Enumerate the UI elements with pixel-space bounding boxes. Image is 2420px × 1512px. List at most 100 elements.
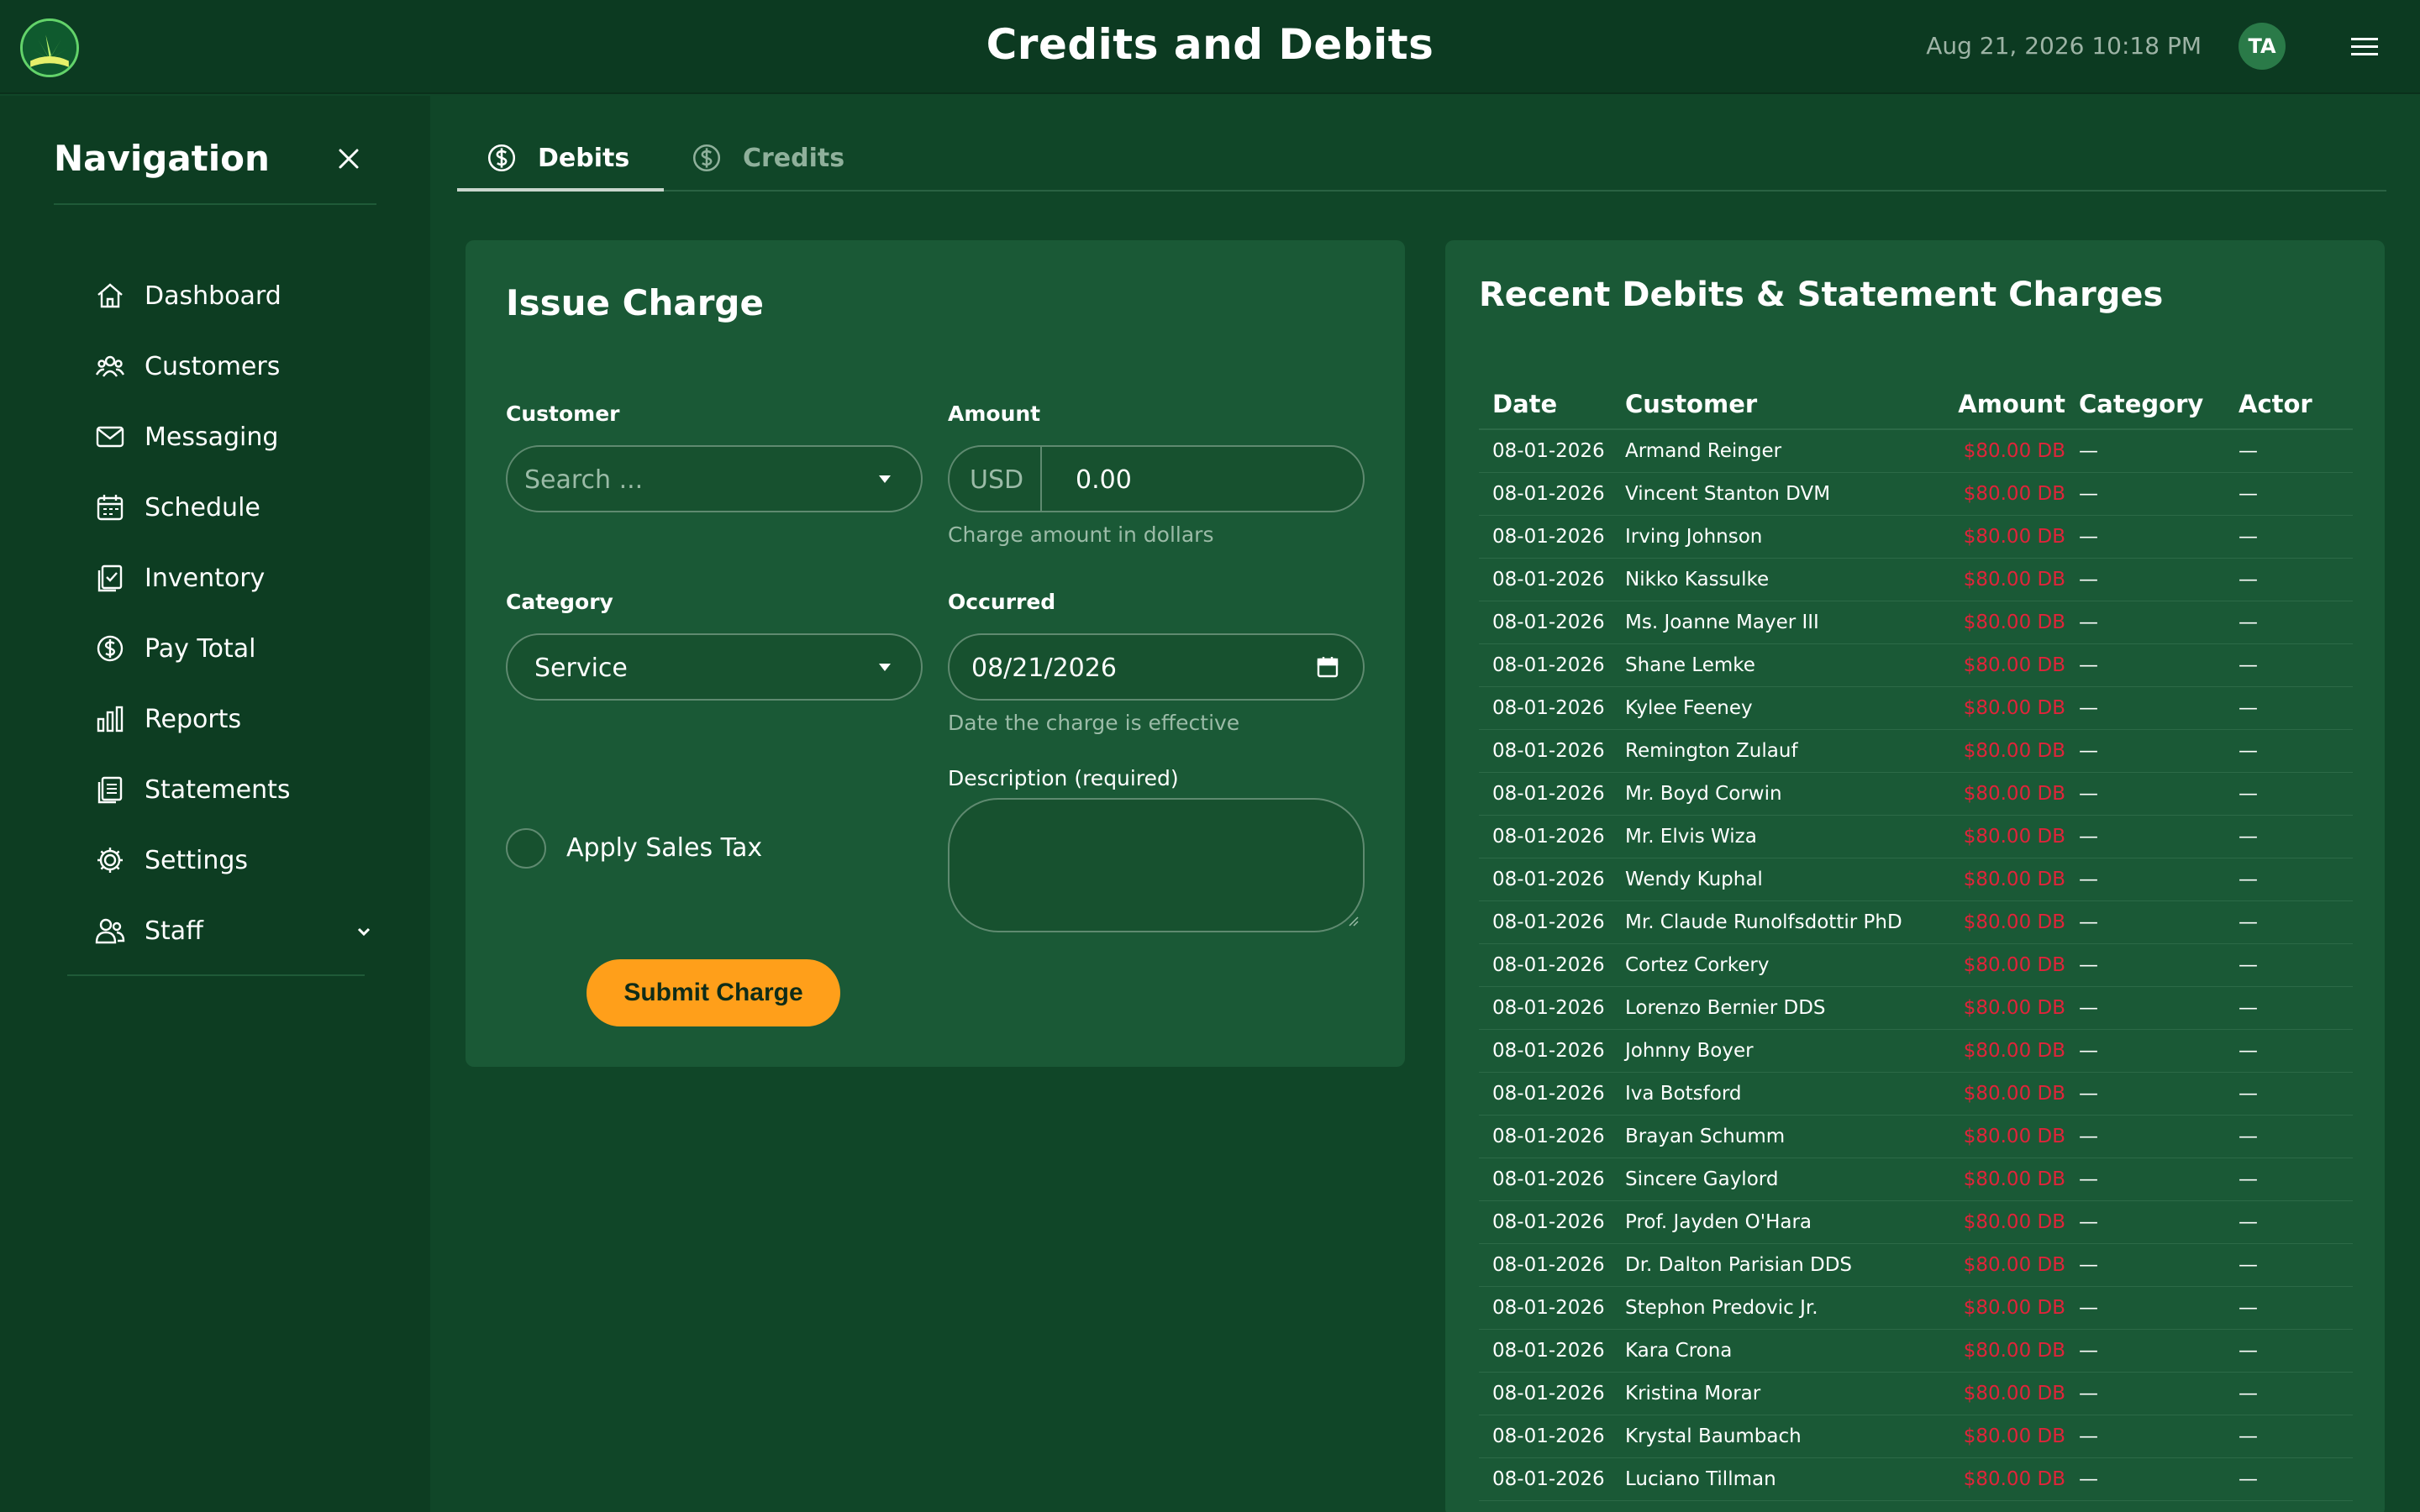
- sidebar-item-schedule[interactable]: Schedule: [94, 472, 380, 543]
- column-header-category[interactable]: Category: [2079, 390, 2238, 418]
- cell-category: —: [2079, 911, 2098, 933]
- cell-date: 08-01-2026: [1492, 1425, 1605, 1447]
- table-row[interactable]: 08-01-2026 Stephon Predovic Jr. $80.00 DB —…: [1479, 1287, 2353, 1330]
- table-row[interactable]: 08-01-2026 Sincere Gaylord $80.00 DB — —: [1479, 1158, 2353, 1201]
- cell-actor: —: [2238, 740, 2258, 762]
- table-row[interactable]: 08-01-2026 Cortez Corkery $80.00 DB — —: [1479, 944, 2353, 987]
- cell-date: 08-01-2026: [1492, 440, 1605, 462]
- cell-amount: $80.00 DB: [1963, 569, 2065, 591]
- sidebar-item-staff[interactable]: Staff: [94, 895, 380, 966]
- home-icon: [94, 280, 126, 312]
- cell-amount: $80.00 DB: [1963, 697, 2065, 719]
- table-row[interactable]: 08-01-2026 Irving Johnson $80.00 DB — —: [1479, 516, 2353, 559]
- occurred-value: 08/21/2026: [971, 654, 1117, 683]
- table-row[interactable]: 08-01-2026 Kara Crona $80.00 DB — —: [1479, 1330, 2353, 1373]
- apply-sales-tax-radio[interactable]: [506, 828, 546, 869]
- table-row[interactable]: 08-01-2026 Prof. Jayden O'Hara $80.00 DB — —: [1479, 1201, 2353, 1244]
- cell-customer: Armand Reinger: [1625, 440, 1782, 462]
- column-header-amount[interactable]: Amount: [1944, 390, 2079, 418]
- cell-category: —: [2079, 1254, 2098, 1276]
- sidebar-item-customers[interactable]: Customers: [94, 331, 380, 402]
- table-row[interactable]: 08-01-2026 Mr. Claude Runolfsdottir PhD $8…: [1479, 901, 2353, 944]
- tab-label: Debits: [538, 143, 630, 173]
- tab-credits[interactable]: Credits: [691, 124, 844, 192]
- cell-category: —: [2079, 1297, 2098, 1319]
- table-row[interactable]: 08-01-2026 Iva Botsford $80.00 DB — —: [1479, 1073, 2353, 1116]
- cell-date: 08-01-2026: [1492, 1126, 1605, 1147]
- description-label: Description (required): [948, 766, 1179, 790]
- sidebar-item-dashboard[interactable]: Dashboard: [94, 260, 380, 331]
- sidebar-item-label: Dashboard: [145, 281, 281, 311]
- cell-date: 08-01-2026: [1492, 697, 1605, 719]
- chevron-down-icon[interactable]: [353, 920, 375, 942]
- table-row[interactable]: 08-01-2026 Nikko Kassulke $80.00 DB — —: [1479, 559, 2353, 601]
- table-row[interactable]: 08-01-2026 Mr. Boyd Corwin $80.00 DB — —: [1479, 773, 2353, 816]
- tab-debits[interactable]: Debits: [486, 124, 629, 192]
- cell-category: —: [2079, 997, 2098, 1019]
- table-row[interactable]: 08-01-2026 Kristina Morar $80.00 DB — —: [1479, 1373, 2353, 1415]
- occurred-helper: Date the charge is effective: [948, 711, 1240, 735]
- table-row[interactable]: 08-01-2026 Remington Zulauf $80.00 DB — —: [1479, 730, 2353, 773]
- cell-amount: $80.00 DB: [1963, 783, 2065, 805]
- bar-chart-icon: [94, 703, 126, 735]
- cell-customer: Kylee Feeney: [1625, 697, 1753, 719]
- sidebar-item-messaging[interactable]: Messaging: [94, 402, 380, 472]
- cell-actor: —: [2238, 1468, 2258, 1490]
- cell-customer: Remington Zulauf: [1625, 740, 1798, 762]
- table-row[interactable]: 08-01-2026 Dr. Dalton Parisian DDS $80.00 …: [1479, 1244, 2353, 1287]
- clipboard-check-icon: [94, 562, 126, 594]
- table-row[interactable]: 08-01-2026 Shane Lemke $80.00 DB — —: [1479, 644, 2353, 687]
- sidebar-item-pay-total[interactable]: Pay Total: [94, 613, 380, 684]
- user-avatar[interactable]: TA: [2238, 23, 2286, 70]
- table-row[interactable]: 08-01-2026 Brayan Schumm $80.00 DB — —: [1479, 1116, 2353, 1158]
- resize-handle-icon[interactable]: [1346, 914, 1360, 927]
- description-textarea[interactable]: [948, 798, 1365, 932]
- cell-actor: —: [2238, 1383, 2258, 1404]
- cell-actor: —: [2238, 1211, 2258, 1233]
- table-row[interactable]: 08-01-2026 Armand Reinger $80.00 DB — —: [1479, 430, 2353, 473]
- customer-select[interactable]: Search ...: [506, 445, 923, 512]
- cell-actor: —: [2238, 954, 2258, 976]
- cell-customer: Vincent Stanton DVM: [1625, 483, 1831, 505]
- cell-customer: Nikko Kassulke: [1625, 569, 1770, 591]
- cell-amount: $80.00 DB: [1963, 997, 2065, 1019]
- app-header: Credits and Debits Aug 21, 2026 10:18 PM…: [0, 0, 2420, 94]
- table-row[interactable]: 08-01-2026 Wendy Kuphal $80.00 DB — —: [1479, 858, 2353, 901]
- table-row[interactable]: 08-01-2026 Johnny Boyer $80.00 DB — —: [1479, 1030, 2353, 1073]
- header-datetime: Aug 21, 2026 10:18 PM: [1926, 32, 2202, 60]
- sidebar-item-label: Schedule: [145, 492, 260, 522]
- column-header-customer[interactable]: Customer: [1625, 390, 1944, 418]
- table-row[interactable]: 08-01-2026 Kylee Feeney $80.00 DB — —: [1479, 687, 2353, 730]
- cell-amount: $80.00 DB: [1963, 526, 2065, 548]
- sidebar-item-reports[interactable]: Reports: [94, 684, 380, 754]
- close-icon[interactable]: [333, 143, 365, 175]
- cell-date: 08-01-2026: [1492, 1040, 1605, 1062]
- table-row[interactable]: 08-01-2026 Mr. Elvis Wiza $80.00 DB — —: [1479, 816, 2353, 858]
- cell-actor: —: [2238, 697, 2258, 719]
- submit-charge-button[interactable]: Submit Charge: [587, 959, 840, 1026]
- table-row[interactable]: 08-01-2026 Luciano Tillman $80.00 DB — —: [1479, 1458, 2353, 1501]
- table-row[interactable]: 08-01-2026 Lorenzo Bernier DDS $80.00 DB — —: [1479, 987, 2353, 1030]
- table-row[interactable]: 08-01-2026 Ms. Joanne Mayer III $80.00 DB —…: [1479, 601, 2353, 644]
- recent-debits-title: Recent Debits & Statement Charges: [1479, 276, 2164, 314]
- amount-field[interactable]: USD 0.00: [948, 445, 1365, 512]
- category-select[interactable]: Service: [506, 633, 923, 701]
- table-row[interactable]: 08-01-2026 Krystal Baumbach $80.00 DB — —: [1479, 1415, 2353, 1458]
- dollar-circle-icon: [94, 633, 126, 664]
- sidebar-item-settings[interactable]: Settings: [94, 825, 380, 895]
- cell-date: 08-01-2026: [1492, 1297, 1605, 1319]
- column-header-actor[interactable]: Actor: [2238, 390, 2339, 418]
- occurred-date-input[interactable]: 08/21/2026: [948, 633, 1365, 701]
- sidebar-item-statements[interactable]: Statements: [94, 754, 380, 825]
- amount-helper: Charge amount in dollars: [948, 522, 1214, 547]
- cell-customer: Prof. Jayden O'Hara: [1625, 1211, 1812, 1233]
- cell-customer: Cortez Corkery: [1625, 954, 1770, 976]
- calendar-icon[interactable]: [1316, 655, 1339, 682]
- hamburger-menu-icon[interactable]: [2346, 29, 2383, 66]
- cell-category: —: [2079, 826, 2098, 848]
- column-header-date[interactable]: Date: [1479, 390, 1625, 418]
- cell-date: 08-01-2026: [1492, 826, 1605, 848]
- sidebar-item-label: Inventory: [145, 563, 266, 593]
- sidebar-item-inventory[interactable]: Inventory: [94, 543, 380, 613]
- table-row[interactable]: 08-01-2026 Vincent Stanton DVM $80.00 DB — —: [1479, 473, 2353, 516]
